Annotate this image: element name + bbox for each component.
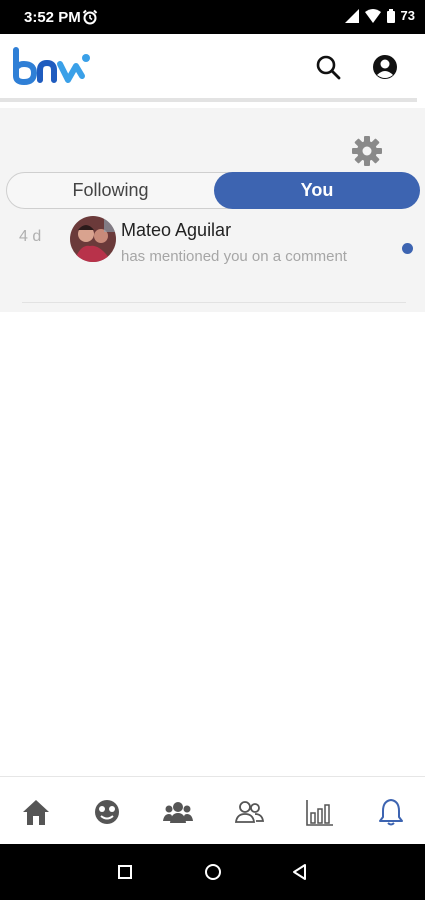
status-icons: 73 — [344, 8, 415, 23]
gear-icon[interactable] — [350, 134, 384, 168]
logo-icon[interactable] — [12, 46, 92, 86]
notification-item[interactable]: 4 d Mateo Aguilar has mentioned you on a… — [0, 212, 425, 302]
account-icon[interactable] — [370, 52, 400, 82]
back-triangle-icon[interactable] — [291, 863, 309, 881]
status-bar: 3:52 PM 73 — [0, 0, 425, 34]
signal-icon — [344, 8, 359, 23]
notification-divider — [22, 302, 406, 303]
home-icon[interactable] — [21, 797, 51, 827]
notification-age: 4 d — [19, 228, 42, 245]
wifi-icon — [364, 8, 381, 23]
system-nav-bar — [0, 844, 425, 900]
battery-level: 73 — [400, 8, 415, 23]
app-header — [0, 34, 425, 100]
home-circle-icon[interactable] — [204, 863, 222, 881]
alarm-icon — [82, 9, 98, 25]
unread-dot — [402, 243, 413, 254]
bell-icon[interactable] — [376, 797, 406, 827]
bottom-nav — [0, 776, 425, 844]
tab-you[interactable]: You — [214, 172, 420, 209]
recents-square-icon[interactable] — [116, 863, 134, 881]
groups-icon[interactable] — [163, 797, 193, 827]
notification-tabs: Following You — [6, 172, 420, 209]
battery-icon — [386, 8, 395, 23]
notification-name: Mateo Aguilar — [121, 220, 232, 240]
avatar[interactable] — [70, 216, 116, 262]
notification-message: has mentioned you on a comment — [121, 248, 347, 265]
feelings-icon[interactable] — [92, 797, 122, 827]
friends-icon[interactable] — [234, 797, 264, 827]
header-divider — [0, 98, 417, 102]
status-time: 3:52 PM — [24, 9, 81, 26]
stats-icon[interactable] — [305, 797, 335, 827]
tab-following[interactable]: Following — [7, 173, 214, 208]
search-icon[interactable] — [313, 52, 343, 82]
